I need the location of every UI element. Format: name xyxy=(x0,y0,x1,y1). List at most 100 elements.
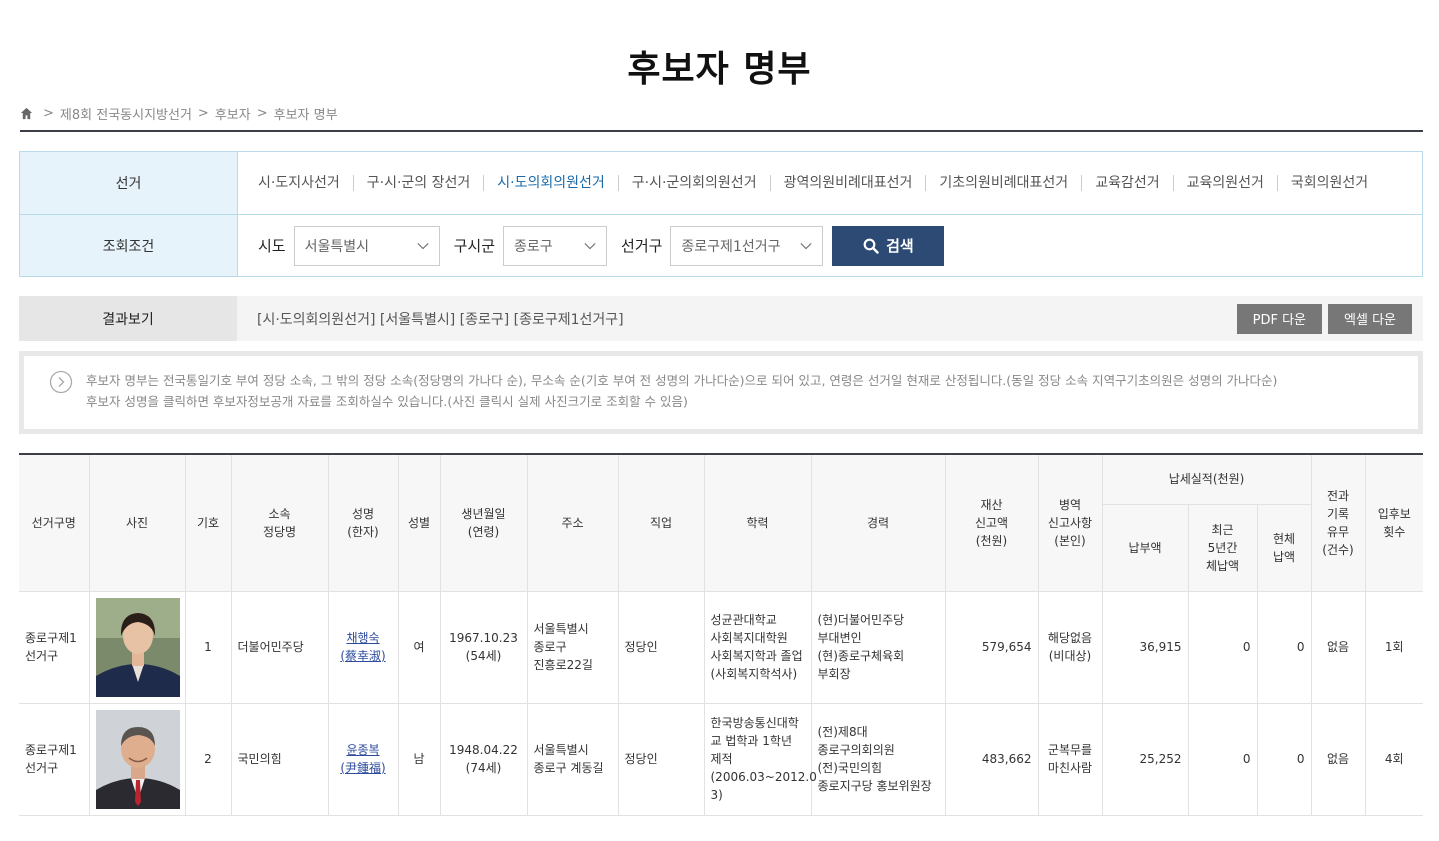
result-label: 결과보기 xyxy=(19,296,237,341)
th-assets: 재산 신고액 (천원) xyxy=(944,453,1039,592)
cell-military-line: (비대상) xyxy=(1048,649,1092,663)
chevron-circle-right-icon xyxy=(49,370,73,394)
breadcrumb-item-candidate[interactable]: 후보자 xyxy=(215,104,251,123)
candidate-photo[interactable] xyxy=(95,597,180,697)
search-icon xyxy=(863,238,879,254)
th-party: 소속 정당명 xyxy=(230,453,329,592)
th-gender: 성별 xyxy=(397,453,441,592)
th-criminal-line: 기록 xyxy=(1326,506,1350,521)
table-row: 종로구제1 선거구 1 더불어민주당 채행숙 (蔡幸淑) 여 1967.10.2… xyxy=(19,590,1423,704)
search-button[interactable]: 검색 xyxy=(832,225,945,266)
breadcrumb-separator: > xyxy=(197,105,209,121)
th-assets-line: (천원) xyxy=(975,533,1008,548)
candidate-name-link[interactable]: 채행숙 xyxy=(346,631,379,645)
cell-district: 종로구제1 선거구 xyxy=(19,590,90,704)
election-tab[interactable]: 교육감선거 xyxy=(1081,175,1172,191)
cell-address-line: 진흥로22길 xyxy=(533,658,593,672)
breadcrumb-separator: > xyxy=(43,105,54,121)
excel-download-button[interactable]: 엑셀 다운 xyxy=(1328,303,1412,334)
breadcrumb-separator: > xyxy=(256,105,268,121)
sido-label: 시도 xyxy=(258,237,286,255)
candidate-hanja-link[interactable]: (尹鍾福) xyxy=(340,761,385,775)
cell-party: 국민의힘 xyxy=(230,702,329,816)
chevron-down-icon xyxy=(584,242,596,249)
candidate-photo[interactable] xyxy=(95,709,180,809)
th-criminal: 전과 기록 유무 (건수) xyxy=(1310,453,1366,592)
sido-select[interactable]: 서울특별시 xyxy=(293,225,440,266)
cell-military-line: 해당없음 xyxy=(1047,631,1093,645)
cell-career-line: (현)더불어민주당 xyxy=(817,613,905,627)
th-education: 학력 xyxy=(703,453,812,592)
chevron-down-icon xyxy=(417,242,429,249)
cell-assets: 483,662 xyxy=(944,702,1039,816)
cell-military-line: 군복무를 xyxy=(1047,743,1093,757)
election-tab[interactable]: 시·도지사선거 xyxy=(258,175,353,191)
gusigun-select[interactable]: 종로구 xyxy=(503,225,608,266)
cell-birth-date: 1967.10.23 xyxy=(449,631,518,645)
th-name: 성명 (한자) xyxy=(327,453,399,592)
cell-age: (74세) xyxy=(465,761,502,775)
cell-photo xyxy=(88,590,186,704)
th-military-line: (본인) xyxy=(1054,533,1086,548)
cell-education-line: (사회복지학석사) xyxy=(710,667,798,681)
breadcrumb-item-election[interactable]: 제8회 전국동시지방선거 xyxy=(60,104,192,123)
election-tab[interactable]: 교육의원선거 xyxy=(1172,175,1277,191)
breadcrumb-item-roster[interactable]: 후보자 명부 xyxy=(274,104,338,123)
election-tab[interactable]: 기초의원비례대표선거 xyxy=(925,175,1081,191)
cell-gender: 남 xyxy=(397,702,441,816)
election-tab[interactable]: 시·도의회의원선거 xyxy=(483,175,618,191)
th-military: 병역 신고사항 (본인) xyxy=(1037,453,1103,592)
th-military-line: 신고사항 xyxy=(1047,515,1093,530)
cell-address-line: 종로구 xyxy=(533,640,567,654)
election-tab[interactable]: 구·시·군의 장선거 xyxy=(352,175,484,191)
notice-line-1: 후보자 명부는 전국통일기호 부여 정당 소속, 그 밖의 정당 소속(정당명의… xyxy=(86,373,1278,388)
district-select[interactable]: 종로구제1선거구 xyxy=(670,225,824,266)
candidate-name-link[interactable]: 윤종복 xyxy=(346,743,379,757)
table-row: 종로구제1 선거구 2 국민의힘 윤종복 (尹鍾福) 남 1948.04.22 … xyxy=(19,702,1423,816)
notice-box: 후보자 명부는 전국통일기호 부여 정당 소속, 그 밖의 정당 소속(정당명의… xyxy=(19,351,1423,434)
th-district: 선거구명 xyxy=(19,453,90,592)
cell-career: (현)더불어민주당 부대변인 (현)종로구체육회 부회장 xyxy=(810,590,946,704)
th-address: 주소 xyxy=(526,453,619,592)
th-job: 직업 xyxy=(617,453,705,592)
cell-birth-date: 1948.04.22 xyxy=(449,743,518,757)
chevron-down-icon xyxy=(800,242,812,249)
th-criminal-line: (건수) xyxy=(1322,542,1354,557)
cell-education-line: 사회복지대학원 xyxy=(710,631,788,645)
election-tab[interactable]: 국회의원선거 xyxy=(1276,175,1381,191)
election-tab[interactable]: 광역의원비례대표선거 xyxy=(769,175,926,191)
th-runs-line: 횟수 xyxy=(1383,524,1406,539)
cell-military: 군복무를 마친사람 xyxy=(1037,702,1103,816)
cell-education-line: 3) xyxy=(710,788,723,802)
th-name-line: 성명 xyxy=(351,506,375,521)
candidate-hanja-link[interactable]: (蔡幸淑) xyxy=(340,649,385,663)
candidate-photo-image xyxy=(95,597,180,697)
result-summary: [시·도의회의원선거] [서울특별시] [종로구] [종로구제1선거구] xyxy=(257,311,624,328)
search-button-label: 검색 xyxy=(886,237,914,255)
cell-assets: 579,654 xyxy=(944,590,1039,704)
cell-criminal: 없음 xyxy=(1310,702,1366,816)
th-assets-line: 재산 xyxy=(980,497,1003,512)
th-runs-line: 입후보 xyxy=(1377,506,1411,521)
th-photo: 사진 xyxy=(88,453,186,592)
cell-address: 서울특별시 종로구 계동길 xyxy=(526,702,619,816)
th-tax-arrears-line: 5년간 xyxy=(1207,540,1238,555)
th-tax-arrears-line: 체납액 xyxy=(1205,558,1240,573)
cell-education-line: (2006.03~2012.0 xyxy=(710,770,817,784)
th-tax-arrears-line: 최근 xyxy=(1211,522,1234,537)
home-icon[interactable] xyxy=(20,107,33,120)
cell-job: 정당인 xyxy=(617,702,705,816)
candidate-table: 선거구명 사진 기호 소속 정당명 성명 (한자) 성별 생년월일 (연령) 주소 직… xyxy=(19,453,1423,816)
cell-education: 성균관대학교 사회복지대학원 사회복지학과 졸업 (사회복지학석사) xyxy=(703,590,812,704)
cell-education-line: 성균관대학교 xyxy=(710,613,777,627)
pdf-download-button[interactable]: PDF 다운 xyxy=(1236,303,1323,334)
cell-career-line: (전)국민의힘 xyxy=(817,761,883,775)
cell-tax-current: 0 xyxy=(1256,590,1312,704)
election-tab[interactable]: 구·시·군의회의원선거 xyxy=(617,175,770,191)
cell-birth: 1948.04.22 (74세) xyxy=(439,702,528,816)
th-number: 기호 xyxy=(184,453,232,592)
th-party-line: 정당명 xyxy=(262,524,297,539)
cell-military: 해당없음 (비대상) xyxy=(1037,590,1103,704)
sido-select-value: 서울특별시 xyxy=(304,238,370,255)
condition-label: 조회조건 xyxy=(20,215,238,276)
